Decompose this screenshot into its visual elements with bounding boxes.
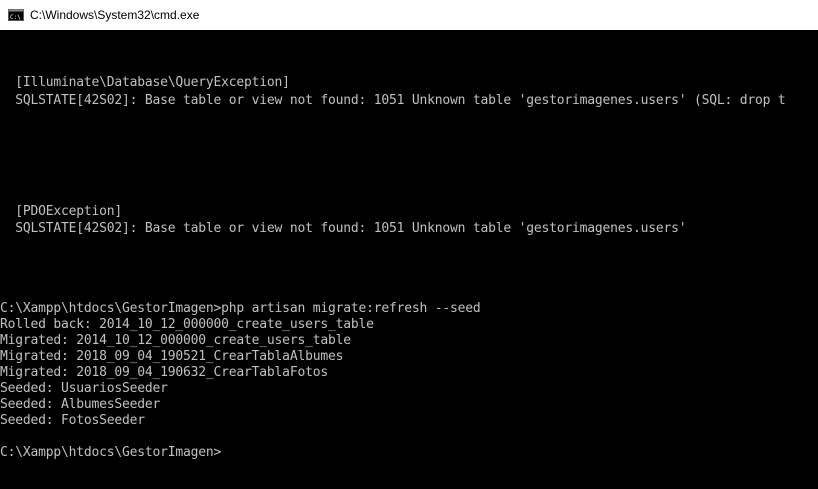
error-heading-query-exception: [Illuminate\Database\QueryException] [0,75,290,90]
error-heading-pdo-exception: [PDOException] [0,204,123,219]
output-line: Seeded: UsuariosSeeder [0,381,168,396]
command-line: C:\Xampp\htdocs\GestorImagen>php artisan… [0,301,481,316]
window-title: C:\Windows\System32\cmd.exe [30,8,200,22]
cmd-icon: C:\ [8,9,24,21]
output-line: Rolled back: 2014_10_12_000000_create_us… [0,317,374,332]
error-message-pdo: SQLSTATE[42S02]: Base table or view not … [0,221,687,236]
output-line: Migrated: 2018_09_04_190521_CrearTablaAl… [0,349,344,364]
output-line: Seeded: FotosSeeder [0,413,145,428]
output-line: Migrated: 2018_09_04_190632_CrearTablaFo… [0,365,328,380]
title-bar[interactable]: C:\ C:\Windows\System32\cmd.exe [0,0,818,30]
output-line: Seeded: AlbumesSeeder [0,397,161,412]
output-line: Migrated: 2014_10_12_000000_create_users… [0,333,351,348]
error-message-query: SQLSTATE[42S02]: Base table or view not … [0,93,786,108]
svg-text:C:\: C:\ [10,14,21,21]
console-output[interactable]: [Illuminate\Database\QueryException] SQL… [0,30,818,489]
command-prompt[interactable]: C:\Xampp\htdocs\GestorImagen> [0,445,221,461]
